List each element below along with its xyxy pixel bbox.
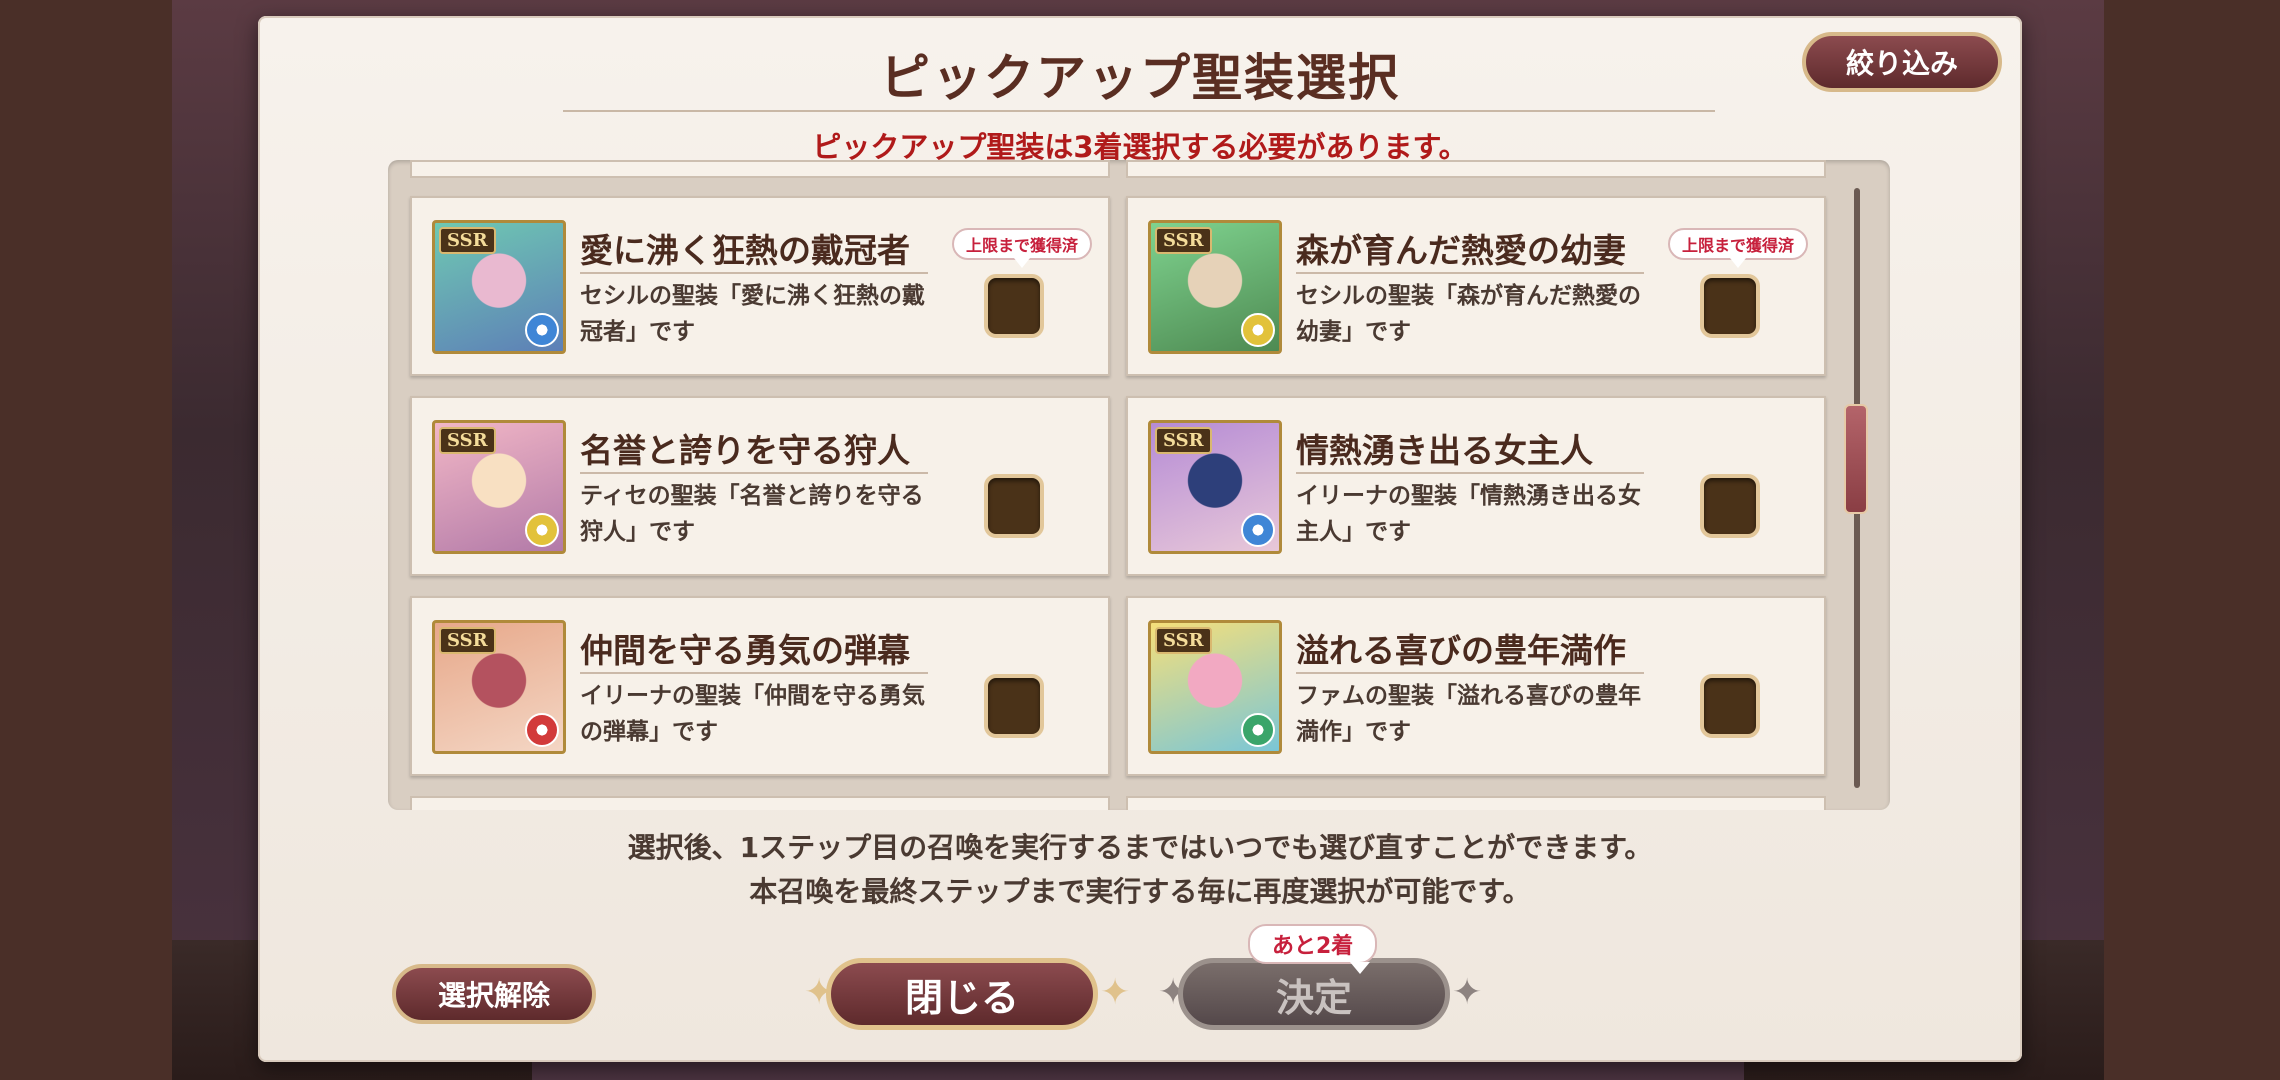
item-portrait: SSR: [1148, 420, 1282, 554]
ornament-right-icon: ✦: [1100, 972, 1131, 1013]
item-list[interactable]: SSR 愛に沸く狂熱の戴冠者 セシルの聖装「愛に沸く狂熱の戴冠者」です 上限まで獲得済…: [388, 160, 1890, 810]
item-description: セシルの聖装「森が育んだ熱愛の幼妻」です: [1296, 283, 1641, 345]
modal-title: ピックアップ聖装選択: [880, 49, 1400, 107]
list-item-peek-bottom-right: [1126, 796, 1826, 810]
list-item[interactable]: SSR 情熱湧き出る女主人イリーナの聖装「情熱湧き出る女主人」です: [1126, 396, 1826, 576]
item-description: ティセの聖装「名誉と誇りを守る狩人」です: [580, 483, 924, 545]
info-line-1: 選択後、1ステップ目の召喚を実行するまではいつでも選び直すことができます。: [627, 831, 1653, 864]
item-portrait: SSR: [432, 220, 566, 354]
select-checkbox[interactable]: [1700, 474, 1760, 538]
item-description: イリーナの聖装「仲間を守る勇気の弾幕」です: [580, 683, 925, 745]
list-item[interactable]: SSR 愛に沸く狂熱の戴冠者セシルの聖装「愛に沸く狂熱の戴冠者」です 上限まで獲得済: [410, 196, 1110, 376]
rarity-badge: SSR: [439, 227, 496, 254]
list-scrollbar-thumb[interactable]: [1844, 404, 1868, 514]
filter-button[interactable]: 絞り込み: [1802, 32, 2002, 92]
remaining-count-badge: あと2着: [1248, 924, 1378, 974]
item-title: 名誉と誇りを守る狩人: [580, 431, 910, 470]
item-title: 仲間を守る勇気の弾幕: [580, 631, 910, 670]
item-divider: [1296, 472, 1644, 474]
select-checkbox[interactable]: [1700, 674, 1760, 738]
item-divider: [580, 472, 928, 474]
list-item[interactable]: SSR 仲間を守る勇気の弾幕イリーナの聖装「仲間を守る勇気の弾幕」です: [410, 596, 1110, 776]
limit-reached-badge: 上限まで獲得済: [1668, 228, 1809, 268]
item-description: セシルの聖装「愛に沸く狂熱の戴冠者」です: [580, 283, 925, 345]
item-description: イリーナの聖装「情熱湧き出る女主人」です: [1296, 483, 1641, 545]
rarity-badge: SSR: [439, 627, 496, 654]
confirm-button[interactable]: 決定: [1178, 958, 1450, 1030]
limit-reached-badge: 上限まで獲得済: [952, 228, 1093, 268]
item-title: 情熱湧き出る女主人: [1296, 431, 1593, 470]
select-checkbox[interactable]: [984, 674, 1044, 738]
select-checkbox[interactable]: [1700, 274, 1760, 338]
select-checkbox[interactable]: [984, 474, 1044, 538]
list-item[interactable]: SSR 溢れる喜びの豊年満作ファムの聖装「溢れる喜びの豊年満作」です: [1126, 596, 1826, 776]
item-divider: [1296, 672, 1644, 674]
item-title: 溢れる喜びの豊年満作: [1296, 631, 1626, 670]
rarity-badge: SSR: [1155, 227, 1212, 254]
element-icon: [1241, 713, 1275, 747]
select-checkbox[interactable]: [984, 274, 1044, 338]
item-divider: [580, 272, 928, 274]
title-divider: [563, 110, 1715, 112]
element-icon: [525, 313, 559, 347]
item-portrait: SSR: [432, 420, 566, 554]
item-description: ファムの聖装「溢れる喜びの豊年満作」です: [1296, 683, 1641, 745]
element-icon: [1241, 313, 1275, 347]
element-icon: [525, 513, 559, 547]
list-item[interactable]: SSR 名誉と誇りを守る狩人ティセの聖装「名誉と誇りを守る狩人」です: [410, 396, 1110, 576]
list-item-peek-top-left: [410, 160, 1110, 178]
list-item-peek-top-right: [1126, 160, 1826, 178]
item-portrait: SSR: [1148, 220, 1282, 354]
item-title: 愛に沸く狂熱の戴冠者: [580, 231, 910, 270]
element-icon: [1241, 513, 1275, 547]
item-portrait: SSR: [432, 620, 566, 754]
item-divider: [1296, 272, 1644, 274]
rarity-badge: SSR: [1155, 627, 1212, 654]
info-line-2: 本召喚を最終ステップまで実行する毎に再度選択が可能です。: [749, 875, 1531, 908]
item-divider: [580, 672, 928, 674]
close-button[interactable]: 閉じる: [826, 958, 1098, 1030]
element-icon: [525, 713, 559, 747]
list-item[interactable]: SSR 森が育んだ熱愛の幼妻セシルの聖装「森が育んだ熱愛の幼妻」です 上限まで獲得済: [1126, 196, 1826, 376]
clear-selection-button[interactable]: 選択解除: [392, 964, 596, 1024]
item-title: 森が育んだ熱愛の幼妻: [1296, 231, 1626, 270]
rarity-badge: SSR: [1155, 427, 1212, 454]
item-portrait: SSR: [1148, 620, 1282, 754]
rarity-badge: SSR: [439, 427, 496, 454]
list-item-peek-bottom-left: [410, 796, 1110, 810]
ornament-right-icon: ✦: [1452, 972, 1483, 1013]
